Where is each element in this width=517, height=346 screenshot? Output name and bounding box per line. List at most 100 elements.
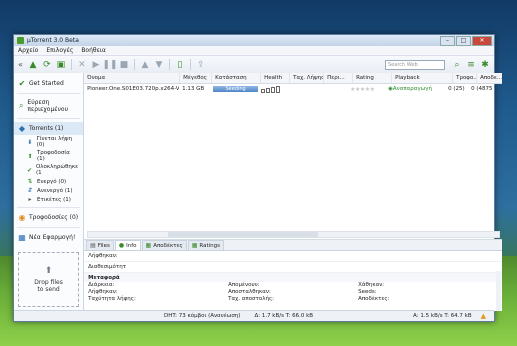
column-header-down-speed[interactable]: Ταχ. Λήψης [290, 73, 325, 83]
ratings-icon: ▦ [191, 242, 198, 249]
vertical-scrollbar[interactable] [496, 271, 502, 311]
column-header-health[interactable]: Health [261, 73, 291, 83]
torrent-name: Pioneer.One.S01E03.720p.x264-VO... [87, 86, 180, 92]
sidebar-subitem-downloading[interactable]: ⬇ Γίνεται λήψη (0) [14, 135, 83, 149]
torrent-seeds: 0 (25) [448, 86, 465, 92]
utorrent-logo-icon [17, 37, 24, 44]
rss-feed-icon: ◉ [18, 213, 26, 222]
column-header-size[interactable]: Μέγεθος [180, 73, 213, 83]
menu-file[interactable]: Αρχείο [18, 47, 38, 54]
download-status[interactable]: Δ: 1.7 kB/s T: 66.0 kB [254, 313, 313, 319]
sidebar-subitem-seeding[interactable]: ⬆ Τροφοδοσία (1) [14, 149, 83, 163]
tab-label: Files [97, 242, 110, 249]
toolbar-right: ⌕ ≡ ✱ [451, 59, 491, 71]
search-content-icon: ⌕ [18, 101, 24, 110]
torrent-status-cell: Seeding [210, 84, 259, 94]
maximize-button[interactable]: □ [456, 35, 471, 46]
add-torrent-icon[interactable]: ▲ [27, 59, 39, 71]
stop-icon[interactable]: ■ [118, 59, 130, 71]
horizontal-scrollbar[interactable] [87, 231, 501, 238]
transfer-section-title: Μεταφορά [84, 273, 503, 282]
warning-icon[interactable]: ▲ [481, 312, 486, 320]
drop-arrow-icon: ⬆ [44, 266, 53, 276]
main-area: ✔ Get Started ⌕ Εύρεση περιεχομένου ◆ To… [14, 73, 503, 311]
tab-ratings[interactable]: ▦ Ratings [187, 240, 224, 250]
files-icon: ▤ [90, 242, 96, 249]
scrollbar-thumb[interactable] [168, 232, 319, 237]
toolbar: « ▲ ⟳ ▣ ✕ ▶ ❚❚ ■ ▲ ▼ ▯ ⇪ Search Web ⌕ ≡ … [14, 56, 494, 74]
remaining-label: Απομένουν: [228, 282, 260, 288]
remove-icon[interactable]: ✕ [76, 59, 88, 71]
column-header-peers[interactable]: Αποδε... [477, 73, 502, 83]
sidebar-divider [17, 93, 81, 94]
status-progress-bar: Seeding [213, 86, 259, 92]
sidebar-item-feeds[interactable]: ◉ Τροφοδοσίες (0) [14, 211, 83, 224]
torrent-playback[interactable]: ◉ Αναπαραγωγή [385, 84, 445, 94]
active-icon: ⇅ [27, 178, 33, 185]
sidebar-item-label: Torrents (1) [29, 125, 64, 132]
torrent-eta [319, 84, 347, 94]
create-torrent-icon[interactable]: ▣ [55, 59, 67, 71]
column-header-playback[interactable]: Playback [392, 73, 454, 83]
collapse-sidebar-icon[interactable]: « [18, 60, 23, 69]
settings-gear-icon[interactable]: ✱ [479, 59, 491, 71]
drop-files-zone[interactable]: ⬆ Drop files to send [18, 252, 80, 307]
duration-label: Διάρκεια: [88, 282, 115, 288]
sidebar-item-torrents[interactable]: ◆ Torrents (1) [14, 122, 84, 135]
sidebar-subitem-labels[interactable]: ▸ Ετικέτες (1) [14, 195, 83, 204]
column-header-name[interactable]: Όνομα [84, 73, 181, 83]
close-button[interactable]: ✕ [472, 35, 492, 46]
list-view-icon[interactable]: ≡ [465, 59, 477, 71]
search-icon[interactable]: ⌕ [451, 59, 463, 71]
minimize-button[interactable]: – [440, 35, 455, 46]
sidebar-subitem-inactive[interactable]: ⇵ Ανενεργό (1) [14, 186, 83, 195]
sidebar-item-find-content[interactable]: ⌕ Εύρεση περιεχομένου [14, 97, 83, 115]
move-up-icon[interactable]: ▲ [139, 59, 151, 71]
peers-label: Αποδέκτες: [358, 296, 390, 302]
remote-device-icon[interactable]: ▯ [174, 59, 186, 71]
torrent-rating[interactable]: ★★★★★ [347, 84, 385, 94]
tab-files[interactable]: ▤ Files [86, 240, 114, 250]
menu-bar: Αρχείο Επιλογές Βοήθεια [14, 46, 494, 56]
column-header-seeds[interactable]: Τροφο... [453, 73, 478, 83]
pause-icon[interactable]: ❚❚ [102, 59, 117, 71]
menu-options[interactable]: Επιλογές [46, 47, 73, 54]
window-controls: – □ ✕ [440, 35, 494, 46]
menu-help[interactable]: Βοήθεια [81, 47, 106, 54]
toolbar-separator [189, 59, 191, 70]
move-down-icon[interactable]: ▼ [153, 59, 165, 71]
sidebar-item-label: Ετικέτες (1) [37, 196, 71, 203]
column-header-eta[interactable]: Περι... [324, 73, 354, 83]
sidebar-subitem-active[interactable]: ⇅ Ενεργό (0) [14, 177, 83, 186]
tab-peers[interactable]: ▦ Αποδέκτες [141, 240, 187, 250]
sidebar-item-get-started[interactable]: ✔ Get Started [14, 77, 83, 90]
tab-label: Ratings [199, 242, 220, 249]
search-input[interactable]: Search Web [385, 59, 445, 70]
column-header-rating[interactable]: Rating [353, 73, 393, 83]
sidebar-item-label: Τροφοδοσία (1) [36, 150, 70, 162]
playback-label: Αναπαραγωγή [392, 86, 433, 92]
availability-row: Διαθεσιμότητ [84, 262, 503, 273]
share-icon[interactable]: ⇪ [195, 59, 207, 71]
utorrent-window: µTorrent 3.0 Beta – □ ✕ Αρχείο Επιλογές … [13, 34, 503, 322]
sidebar-subitem-completed[interactable]: ✔ Ολοκληρώθηκε (1 [14, 163, 83, 177]
upload-status[interactable]: Α: 1.5 kB/s T: 64.7 kB [413, 313, 472, 319]
sidebar-item-label: Get Started [29, 80, 64, 87]
sidebar: ✔ Get Started ⌕ Εύρεση περιεχομένου ◆ To… [14, 73, 85, 311]
table-row[interactable]: Pioneer.One.S01E03.720p.x264-VO... 1.13 … [84, 84, 502, 94]
drop-zone-line1: Drop files [34, 279, 63, 286]
tab-info[interactable]: ● Info [114, 240, 141, 250]
start-icon[interactable]: ▶ [90, 59, 102, 71]
column-header-status[interactable]: Κατάσταση [212, 73, 262, 83]
wasted-label: Χάθηκαν: [358, 282, 385, 288]
availability-label: Διαθεσιμότητ [88, 264, 127, 270]
drop-zone-line2: to send [37, 286, 60, 293]
download-arrow-icon: ⬇ [27, 138, 33, 146]
sidebar-item-label: Εύρεση περιεχομένου [27, 99, 69, 113]
dht-status[interactable]: DHT: 73 κόμβοι (Ανανέωση) [164, 313, 240, 319]
sidebar-item-apps[interactable]: ▦ Νέα Εφαρμογή! [14, 231, 83, 244]
get-started-icon: ✔ [18, 79, 26, 88]
upload-arrow-icon: ⬆ [27, 152, 33, 160]
add-url-icon[interactable]: ⟳ [41, 59, 53, 71]
inactive-icon: ⇵ [27, 187, 33, 194]
